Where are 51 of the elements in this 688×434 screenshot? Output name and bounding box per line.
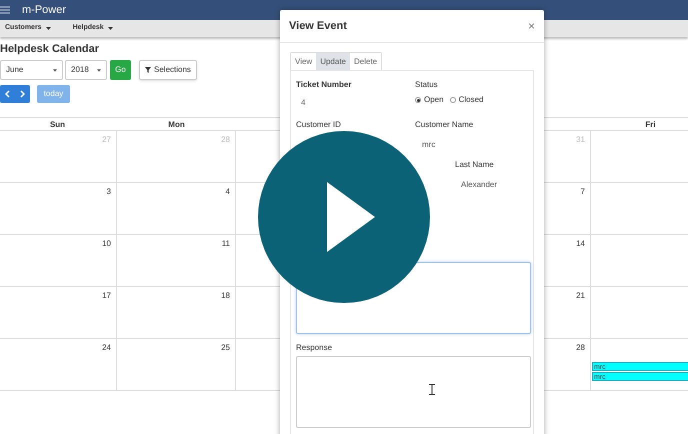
tab[interactable]: View bbox=[291, 53, 316, 70]
dialog-title: View Event bbox=[289, 18, 347, 34]
close-button[interactable]: × bbox=[528, 17, 535, 35]
field-label: Status bbox=[415, 79, 439, 91]
field-label: Ticket Number bbox=[296, 79, 352, 91]
day-number: 28 bbox=[576, 342, 585, 354]
select-field[interactable]: 2018 bbox=[65, 60, 107, 80]
filter-icon bbox=[145, 67, 151, 73]
day-number: 11 bbox=[222, 238, 230, 250]
day-number: 17 bbox=[102, 290, 111, 302]
day-number: 27 bbox=[102, 134, 111, 146]
caret-icon bbox=[53, 68, 57, 72]
field-value: mrc bbox=[422, 139, 436, 151]
menu-icon[interactable] bbox=[0, 6, 10, 14]
tab[interactable]: Delete bbox=[350, 53, 382, 70]
select-field[interactable]: June bbox=[0, 60, 63, 80]
radio-label: Open bbox=[424, 94, 444, 106]
caret-icon bbox=[46, 27, 51, 30]
app-title: m-Power bbox=[22, 2, 66, 18]
tab[interactable]: Update bbox=[316, 53, 350, 70]
selections-button[interactable]: Selections bbox=[139, 60, 197, 80]
previous-icon[interactable] bbox=[5, 90, 10, 98]
radio-label: Closed bbox=[458, 94, 484, 106]
caret-icon bbox=[97, 68, 101, 72]
day-number: 28 bbox=[221, 134, 230, 146]
column-header: Mon bbox=[168, 118, 185, 130]
day-number: 7 bbox=[580, 186, 585, 198]
day-number: 31 bbox=[576, 134, 585, 146]
day-number: 25 bbox=[221, 342, 230, 354]
day-number: 18 bbox=[221, 290, 230, 302]
day-number: 4 bbox=[226, 186, 230, 198]
field-label: Last Name bbox=[455, 159, 495, 171]
day-number: 21 bbox=[576, 290, 585, 302]
field-label: Response bbox=[296, 342, 334, 354]
field-value: 4 bbox=[301, 97, 306, 109]
column-header: Sun bbox=[50, 118, 66, 130]
day-number: 10 bbox=[102, 238, 111, 250]
next-icon[interactable] bbox=[20, 90, 25, 98]
day-number: 24 bbox=[102, 342, 111, 354]
field-label: Customer ID bbox=[296, 119, 342, 131]
column-header: Fri bbox=[645, 118, 656, 130]
radio-button[interactable] bbox=[450, 97, 456, 103]
caret-icon bbox=[108, 27, 113, 30]
text-cursor-icon bbox=[429, 384, 435, 395]
response-field[interactable] bbox=[296, 356, 531, 428]
day-number: 3 bbox=[106, 186, 111, 198]
radio-button[interactable] bbox=[415, 97, 421, 103]
field-value: Alexander bbox=[461, 179, 498, 191]
day-number: 14 bbox=[576, 238, 585, 250]
field-label: Customer Name bbox=[415, 119, 474, 131]
page-title: Helpdesk Calendar bbox=[0, 42, 100, 56]
